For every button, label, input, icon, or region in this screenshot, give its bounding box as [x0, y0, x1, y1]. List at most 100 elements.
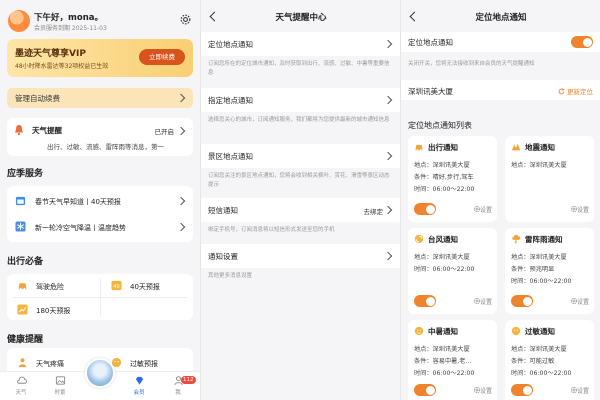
setting-desc: 选择您关心的城市，订阅通知服务，我们都将为您提供最新的城市通知信息	[201, 112, 400, 144]
notice-settings-button[interactable]: 设置	[480, 386, 492, 395]
grid-divider	[13, 297, 187, 298]
notice-settings-button[interactable]: 设置	[480, 205, 492, 214]
seasonal-item-label: 春节天气早知道丨40天预报	[35, 198, 121, 206]
notice-card-earthquake: 地震通知 地点：深圳讯美大厦 设置	[505, 136, 594, 222]
seasonal-item-label: 新一轮冷空气降温丨温度趋势	[35, 224, 126, 232]
notice-card-line: 时间：06:00～22:00	[414, 370, 475, 377]
setting-title: 定位地点通知	[208, 40, 253, 49]
notice-toggle[interactable]	[511, 295, 533, 307]
notice-card-line: 时间：06:00～22:00	[511, 278, 572, 285]
setting-desc: 订阅您关注的景区地点通知，您将会收到相关枫叶、赏花、滑雪等景区动态提示	[201, 168, 400, 198]
chevron-right-icon	[176, 126, 186, 136]
page-title: 天气提醒中心	[275, 13, 327, 23]
member-screen: 下午好，mona。 会员服务到期 2025-11-03 墨迹天气尊享VIP 48…	[0, 0, 200, 400]
chart-icon	[17, 304, 28, 315]
person-icon	[18, 358, 27, 368]
tab-label: 会员	[133, 390, 145, 396]
greeting-text: 下午好，mona。	[34, 13, 103, 23]
location-notice-toggle[interactable]	[571, 36, 593, 48]
notice-card-typhoon: 台风通知 地点：深圳讯美大厦 时间：06:00～22:00 设置	[408, 228, 497, 314]
allergy-icon	[511, 326, 521, 336]
car-icon	[415, 144, 423, 151]
tab-member[interactable]: 会员	[122, 375, 156, 399]
page-title: 定位地点通知	[475, 13, 527, 23]
reminder-center-screen: 天气提醒中心 定位地点通知 订阅您所在的定位城市通知，及时获取到出行、流感、过敏…	[200, 0, 400, 400]
forty-days-icon: 40	[111, 280, 122, 291]
setting-desc: 其他更多消息设置	[201, 268, 400, 288]
location-notice-screen: 定位地点通知 定位地点通知 关闭开关，您将无法接收到来自会员的天气提醒通知 深圳…	[400, 0, 600, 400]
tab-weather[interactable]: 天气	[4, 375, 38, 399]
setting-notify-settings[interactable]: 通知设置	[201, 244, 400, 268]
center-home-button[interactable]	[85, 358, 115, 388]
vip-title: 墨迹天气尊享VIP	[15, 49, 86, 59]
typhoon-icon	[414, 234, 424, 244]
setting-specified-notice[interactable]: 指定地点通知	[201, 88, 400, 112]
weather-alert-title: 天气提醒	[32, 126, 62, 135]
seasonal-item-spring-festival[interactable]: 春节天气早知道丨40天预报	[7, 188, 193, 214]
chevron-right-icon	[176, 93, 186, 103]
weather-alert-card[interactable]: 天气提醒 已开启 出行、过敏、流感、雷阵雨等消息，第一	[7, 118, 193, 156]
snowflake-icon	[15, 221, 26, 232]
notification-badge: 112	[181, 376, 196, 384]
bind-phone-link[interactable]: 去绑定	[364, 206, 384, 216]
bell-icon	[15, 125, 23, 136]
health-title: 健康提醒	[7, 335, 44, 345]
chevron-right-icon	[176, 222, 186, 232]
notice-toggle[interactable]	[414, 203, 436, 215]
notice-card-line: 时间：06:00～22:00	[414, 266, 475, 273]
travel-item-180day[interactable]: 180天预报	[7, 298, 100, 321]
nav-bar: 定位地点通知	[401, 0, 600, 32]
current-location-row: 深圳讯美大厦 更新定位	[401, 80, 600, 100]
notice-card-thunderstorm: 雷阵雨通知 地点：深圳讯美大厦 条件：预兆明显 时间：06:00～22:00 设…	[505, 228, 594, 314]
notice-card-title: 雷阵雨通知	[525, 235, 563, 244]
setting-scenic-notice[interactable]: 景区地点通知	[201, 144, 400, 168]
location-notice-toggle-row: 定位地点通知	[401, 32, 600, 52]
tab-scenes[interactable]: 时景	[43, 375, 77, 399]
member-header: 下午好，mona。 会员服务到期 2025-11-03	[0, 0, 200, 40]
setting-title: 指定地点通知	[208, 96, 253, 105]
notice-card-title: 过敏通知	[525, 327, 555, 336]
refresh-location-button[interactable]: 更新定位	[558, 86, 593, 96]
notice-card-line: 地点：深圳讯美大厦	[511, 162, 567, 169]
heatstroke-icon	[414, 326, 424, 336]
travel-item-driving[interactable]: 驾驶危险	[7, 274, 100, 297]
travel-item-40day[interactable]: 40 40天预报	[101, 274, 193, 297]
refresh-icon	[558, 88, 565, 95]
toggle-label: 定位地点通知	[408, 38, 453, 47]
notice-card-line: 时间：06:00～22:00	[511, 370, 572, 377]
notice-settings-button[interactable]: 设置	[480, 297, 492, 306]
tab-label: 天气	[15, 390, 27, 396]
notice-toggle[interactable]	[414, 384, 436, 396]
seasonal-services-title: 应季服务	[7, 169, 44, 179]
settings-gear-icon[interactable]	[179, 13, 192, 26]
car-icon	[18, 283, 27, 290]
refresh-label: 更新定位	[567, 88, 593, 96]
chevron-right-icon	[383, 95, 393, 105]
notice-settings-button[interactable]: 设置	[577, 205, 589, 214]
tab-label: 时景	[54, 390, 66, 396]
health-item-label: 过敏预报	[130, 360, 158, 368]
avatar[interactable]	[8, 10, 30, 32]
auto-renew-label: 管理自动续费	[15, 94, 60, 103]
notice-settings-button[interactable]: 设置	[577, 386, 589, 395]
seasonal-item-cold-wave[interactable]: 新一轮冷空气降温丨温度趋势	[7, 214, 193, 240]
travel-item-label: 驾驶危险	[36, 283, 64, 291]
notice-toggle[interactable]	[511, 384, 533, 396]
notice-toggle[interactable]	[414, 295, 436, 307]
notice-card-title: 台风通知	[428, 235, 458, 244]
setting-location-notice[interactable]: 定位地点通知	[201, 32, 400, 56]
travel-item-label: 180天预报	[36, 307, 71, 315]
chevron-right-icon	[176, 196, 186, 206]
notice-card-title: 出行通知	[428, 143, 458, 152]
toggle-desc: 关闭开关，您将无法接收到来自会员的天气提醒通知	[408, 61, 535, 67]
renew-now-button[interactable]: 立即续费	[139, 49, 185, 65]
weather-alert-desc: 出行、过敏、流感、雷阵雨等消息，第一	[47, 143, 164, 151]
notice-card-travel: 出行通知 地点：深圳讯美大厦 条件：晴好,步行,驾车 时间：06:00～22:0…	[408, 136, 497, 222]
notice-card-line: 地点：深圳讯美大厦	[414, 346, 470, 353]
setting-sms-notice[interactable]: 短信通知 去绑定	[201, 198, 400, 222]
chevron-right-icon	[383, 39, 393, 49]
notice-card-line: 地点：深圳讯美大厦	[511, 254, 567, 261]
notice-settings-button[interactable]: 设置	[577, 297, 589, 306]
notice-card-line: 地点：深圳讯美大厦	[414, 162, 470, 169]
auto-renew-row[interactable]: 管理自动续费	[7, 88, 193, 108]
